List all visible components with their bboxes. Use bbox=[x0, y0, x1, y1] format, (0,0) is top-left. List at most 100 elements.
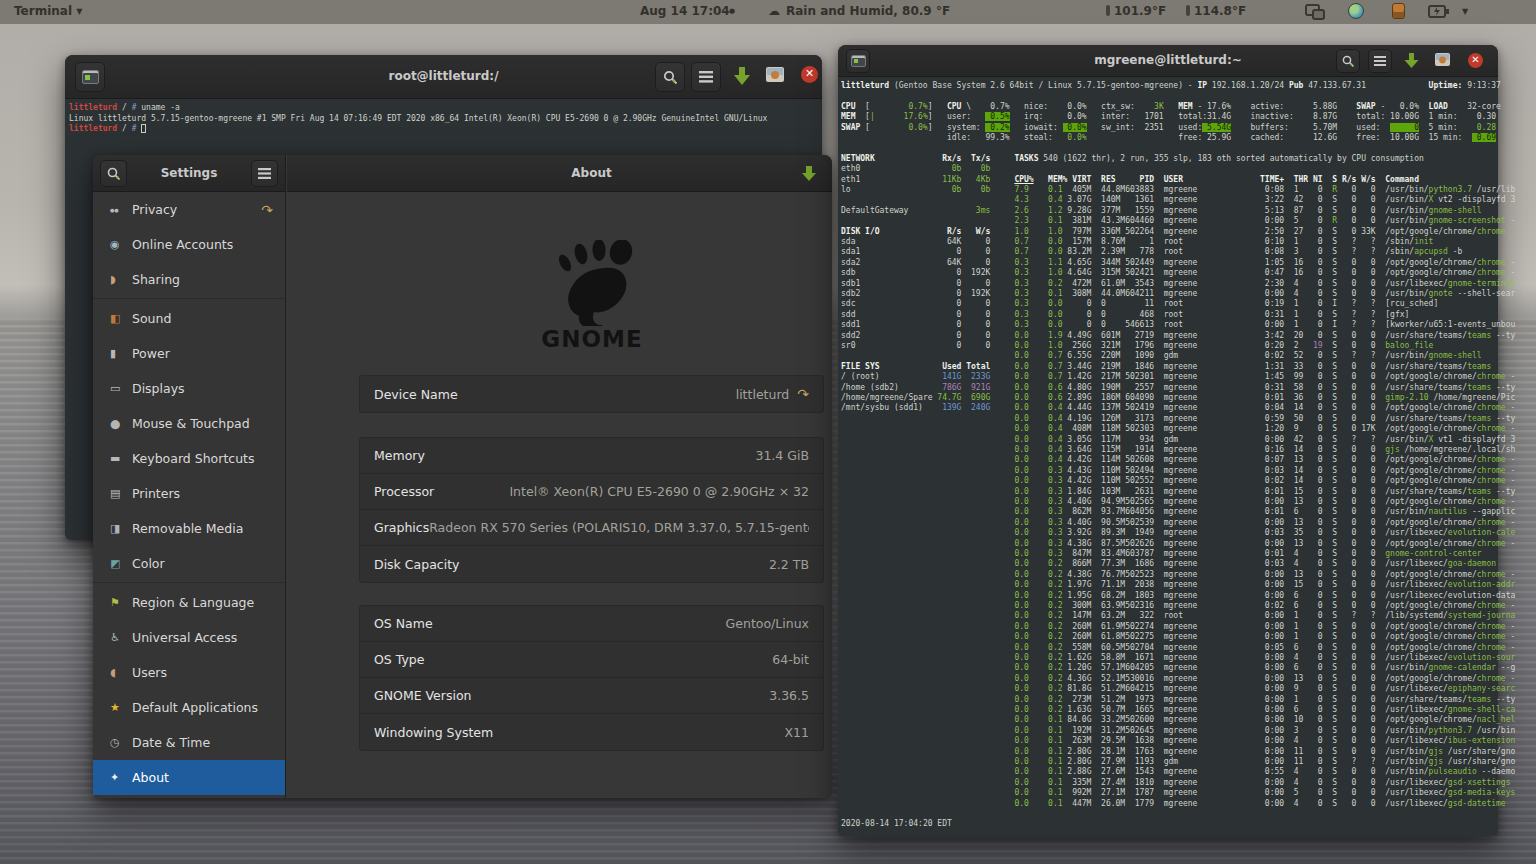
weather-icon: ☁ bbox=[768, 4, 780, 18]
topbar-clock[interactable]: Aug 14 17:04 bbox=[640, 4, 730, 18]
row-value: X11 bbox=[785, 725, 809, 740]
sidebar-item-label: Color bbox=[132, 556, 165, 571]
row-value: 31.4 GiB bbox=[755, 448, 809, 463]
datetime-icon: ◷ bbox=[110, 736, 132, 749]
sidebar-item-label: Universal Access bbox=[132, 630, 237, 645]
row-label: Processor bbox=[374, 484, 434, 499]
notification-dot-icon: ● bbox=[729, 4, 735, 18]
mouse-icon: ⬤ bbox=[110, 419, 132, 429]
about-row-disk-capacity: Disk Capacity2.2 TB bbox=[360, 546, 823, 582]
universal-access-icon: ♿ bbox=[110, 631, 132, 644]
temp2-indicator[interactable]: 114.8°F bbox=[1186, 4, 1246, 18]
sidebar-item-mouse[interactable]: ⬤Mouse & Touchpad bbox=[93, 406, 285, 441]
row-label: OS Type bbox=[374, 652, 424, 667]
sidebar-item-keyboard[interactable]: ▬Keyboard Shortcuts bbox=[93, 441, 285, 476]
gnome-logo: GNOME bbox=[527, 240, 657, 352]
sidebar-item-power[interactable]: ▮Power bbox=[93, 336, 285, 371]
settings-page-headerbar: About bbox=[287, 155, 832, 192]
about-row-processor: Processor Intel® Xeon(R) CPU E5-2690 0 @ … bbox=[360, 474, 823, 510]
sharing-icon: ◗ bbox=[110, 273, 132, 286]
about-group-software: OS NameGentoo/LinuxOS Type64-bitGNOME Ve… bbox=[359, 605, 824, 751]
about-row-memory: Memory 31.4 GiB bbox=[360, 438, 823, 474]
globe-icon[interactable] bbox=[1348, 3, 1364, 22]
sidebar-item-about[interactable]: ✦About bbox=[93, 760, 285, 795]
menu-button[interactable] bbox=[691, 62, 721, 92]
screen-share-icon[interactable] bbox=[1305, 4, 1325, 23]
about-row-gnome-version: GNOME Version 3.36.5 bbox=[360, 678, 823, 714]
sidebar-item-displays[interactable]: ▭Displays bbox=[93, 371, 285, 406]
settings-sidebar: ●●Privacy↷◉Online Accounts◗Sharing◧Sound… bbox=[93, 192, 286, 798]
row-value: Radeon RX 570 Series (POLARIS10, DRM 3.3… bbox=[429, 520, 809, 535]
row-label: GNOME Version bbox=[374, 688, 472, 703]
power-icon: ▮ bbox=[110, 347, 132, 360]
sidebar-item-label: Privacy bbox=[132, 202, 177, 217]
screenshot-icon[interactable] bbox=[1434, 52, 1451, 72]
displays-icon: ▭ bbox=[110, 382, 132, 395]
row-label: Memory bbox=[374, 448, 425, 463]
terminal-window-glances: mgreene@littleturd:~ ✕ littleturd (Gento… bbox=[838, 45, 1498, 836]
sidebar-item-label: Region & Language bbox=[132, 595, 254, 610]
battery-icon[interactable] bbox=[1428, 4, 1450, 21]
sidebar-item-users[interactable]: ◖Users bbox=[93, 655, 285, 690]
sidebar-item-privacy[interactable]: ●●Privacy↷ bbox=[93, 192, 285, 227]
sidebar-item-label: Online Accounts bbox=[132, 237, 233, 252]
ups-device-icon[interactable] bbox=[1392, 3, 1405, 22]
topbar-weather[interactable]: Rain and Humid, 80.9 °F bbox=[786, 4, 950, 18]
about-row-graphics: GraphicsRadeon RX 570 Series (POLARIS10,… bbox=[360, 510, 823, 546]
menu-button[interactable] bbox=[1368, 49, 1392, 73]
sidebar-item-sound[interactable]: ◧Sound bbox=[93, 301, 285, 336]
sidebar-item-label: Keyboard Shortcuts bbox=[132, 451, 255, 466]
about-icon: ✦ bbox=[110, 771, 132, 784]
updates-arrow-icon[interactable] bbox=[800, 164, 818, 186]
row-label: OS Name bbox=[374, 616, 433, 631]
screenshot-icon[interactable] bbox=[765, 65, 785, 89]
page-title: About bbox=[359, 166, 824, 180]
close-button[interactable]: ✕ bbox=[801, 66, 818, 83]
row-value: Intel® Xeon(R) CPU E5-2690 0 @ 2.90GHz ×… bbox=[509, 484, 809, 499]
terminal-app-icon[interactable] bbox=[846, 49, 870, 73]
search-button[interactable] bbox=[1336, 49, 1360, 73]
sidebar-item-label: Users bbox=[132, 665, 167, 680]
download-arrow-icon[interactable] bbox=[731, 65, 753, 91]
sidebar-item-printers[interactable]: ▤Printers bbox=[93, 476, 285, 511]
search-button[interactable] bbox=[655, 62, 685, 92]
sidebar-item-region[interactable]: ⚑Region & Language bbox=[93, 585, 285, 620]
close-button[interactable]: ✕ bbox=[1468, 53, 1483, 68]
topbar-app-menu[interactable]: Terminal ▼ bbox=[14, 4, 82, 18]
row-value: 2.2 TB bbox=[769, 557, 809, 572]
online-accounts-icon: ◉ bbox=[110, 238, 132, 251]
settings-window: Settings About ●●Privacy↷◉Online Account… bbox=[93, 155, 832, 798]
sidebar-item-color[interactable]: ◩Color bbox=[93, 546, 285, 581]
sidebar-item-label: Removable Media bbox=[132, 521, 243, 536]
sidebar-item-label: Default Applications bbox=[132, 700, 258, 715]
sidebar-item-universal-access[interactable]: ♿Universal Access bbox=[93, 620, 285, 655]
sidebar-item-label: About bbox=[132, 770, 169, 785]
sidebar-item-datetime[interactable]: ◷Date & Time bbox=[93, 725, 285, 760]
sidebar-item-default-apps[interactable]: ★Default Applications bbox=[93, 690, 285, 725]
privacy-icon: ●● bbox=[110, 207, 132, 213]
sidebar-item-sharing[interactable]: ◗Sharing bbox=[93, 262, 285, 297]
sidebar-item-label: Sound bbox=[132, 311, 171, 326]
sidebar-item-removable-media[interactable]: ◨Removable Media bbox=[93, 511, 285, 546]
removable-media-icon: ◨ bbox=[110, 522, 132, 535]
sidebar-item-label: Printers bbox=[132, 486, 180, 501]
terminal1-headerbar: root@littleturd:/ ✕ bbox=[65, 55, 822, 99]
sidebar-item-label: Date & Time bbox=[132, 735, 210, 750]
sidebar-item-online-accounts[interactable]: ◉Online Accounts bbox=[93, 227, 285, 262]
settings-search-button[interactable] bbox=[100, 160, 127, 187]
download-arrow-icon[interactable] bbox=[1402, 51, 1421, 74]
terminal2-screen[interactable]: littleturd (Gentoo Base System 2.6 64bit… bbox=[839, 78, 1497, 835]
about-group-device: Device Namelittleturd↷ bbox=[359, 375, 824, 413]
row-value: 3.36.5 bbox=[769, 688, 809, 703]
row-value: Gentoo/Linux bbox=[726, 616, 809, 631]
settings-menu-button[interactable] bbox=[251, 160, 278, 187]
about-row-device-name[interactable]: Device Namelittleturd↷ bbox=[360, 376, 823, 412]
terminal2-headerbar: mgreene@littleturd:~ ✕ bbox=[838, 45, 1498, 77]
temp1-indicator[interactable]: 101.9°F bbox=[1106, 4, 1166, 18]
row-value: littleturd bbox=[736, 387, 790, 402]
terminal-app-icon[interactable] bbox=[75, 62, 105, 92]
terminal2-title: mgreene@littleturd:~ bbox=[838, 53, 1498, 67]
about-row-windowing-system: Windowing SystemX11 bbox=[360, 714, 823, 750]
thermometer-icon bbox=[1106, 5, 1110, 16]
system-menu-caret[interactable]: ▼ bbox=[1462, 4, 1468, 18]
